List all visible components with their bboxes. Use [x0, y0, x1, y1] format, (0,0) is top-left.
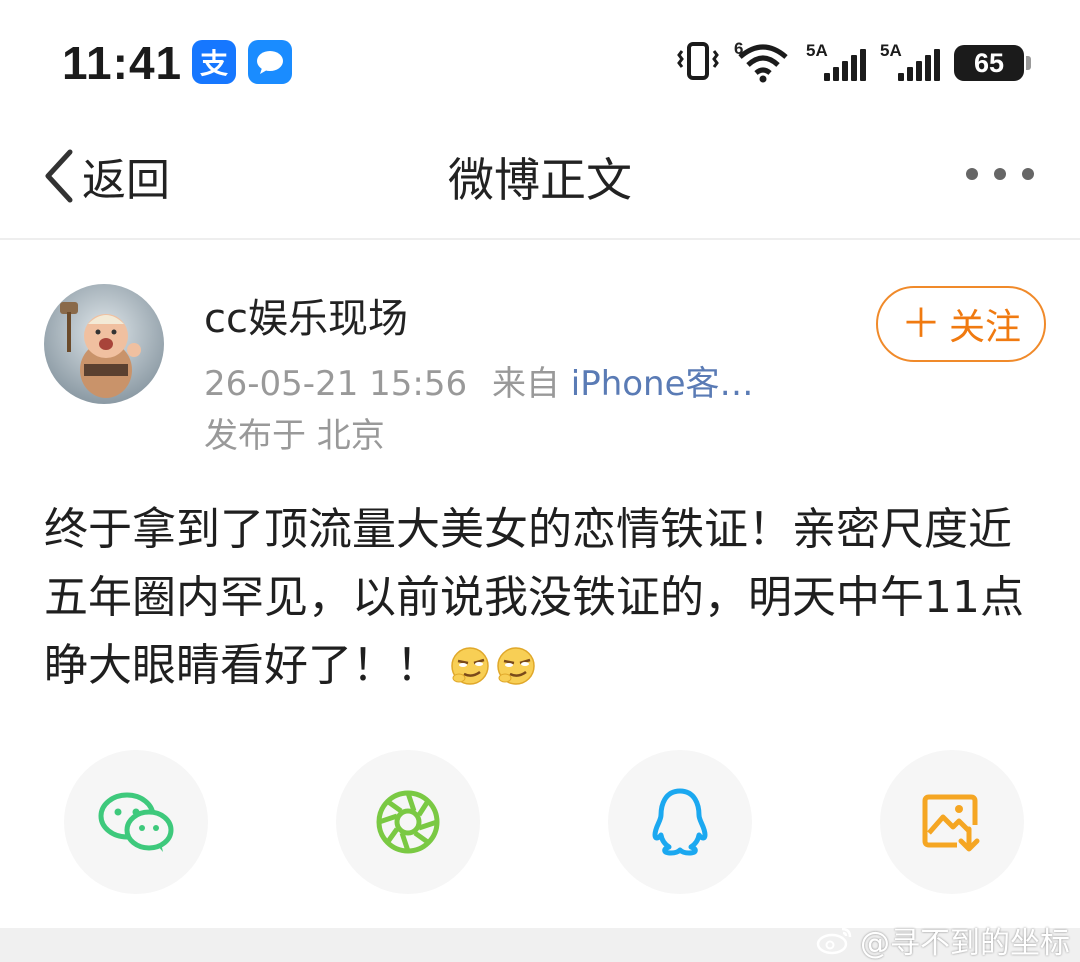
- moments-icon: [376, 790, 440, 854]
- post-location: 发布于 北京: [204, 416, 385, 456]
- more-dot-icon: [1022, 168, 1034, 180]
- wechat-icon: [98, 792, 174, 852]
- follow-label: 关注: [948, 307, 1021, 348]
- status-time: 11:41: [62, 37, 183, 89]
- plus-icon: ＋: [900, 301, 941, 347]
- status-indicators: 6 5A 5A 65: [676, 39, 1031, 85]
- alipay-icon: 支: [192, 40, 236, 84]
- signal-icon: 5A: [880, 41, 940, 83]
- weibo-logo-icon: [816, 927, 852, 955]
- follow-button[interactable]: ＋ 关注: [876, 286, 1046, 362]
- emoji-group: [448, 642, 538, 686]
- signal-icon: 5A: [806, 41, 866, 83]
- status-bar: 11:41 支 6 5A 5A 65: [0, 0, 1080, 120]
- post-body: 终于拿到了顶流量大美女的恋情铁证！亲密尺度近五年圈内罕见，以前说我没铁证的，明天…: [44, 496, 1034, 700]
- more-dot-icon: [966, 168, 978, 180]
- page-title: 微博正文: [448, 153, 632, 207]
- share-wechat-button[interactable]: [64, 750, 208, 894]
- post-meta: 26-05-21 15:56 来自 iPhone客…: [204, 356, 754, 405]
- vibrate-icon: [676, 41, 720, 85]
- save-image-icon: [922, 794, 980, 852]
- qq-icon: [652, 788, 708, 856]
- share-moments-button[interactable]: [336, 750, 480, 894]
- watermark-text: @寻不到的坐标: [860, 926, 1070, 961]
- author-name[interactable]: cc娱乐现场: [204, 286, 408, 344]
- more-options-button[interactable]: [966, 162, 1034, 186]
- source-prefix: 来自: [491, 364, 560, 404]
- nav-bar: 返回 微博正文: [0, 120, 1080, 240]
- watermark: @寻不到的坐标: [816, 918, 1070, 962]
- wifi-icon: 6: [734, 39, 792, 83]
- avatar[interactable]: [44, 284, 164, 404]
- source-link[interactable]: iPhone客…: [571, 364, 754, 404]
- post-date: 26-05-21 15:56: [204, 364, 468, 404]
- smirk-emoji-icon: [497, 647, 535, 685]
- message-icon: [248, 40, 292, 84]
- share-qq-button[interactable]: [608, 750, 752, 894]
- more-dot-icon: [994, 168, 1006, 180]
- save-image-button[interactable]: [880, 750, 1024, 894]
- battery-icon: 65: [954, 45, 1031, 81]
- smirk-emoji-icon: [451, 647, 489, 685]
